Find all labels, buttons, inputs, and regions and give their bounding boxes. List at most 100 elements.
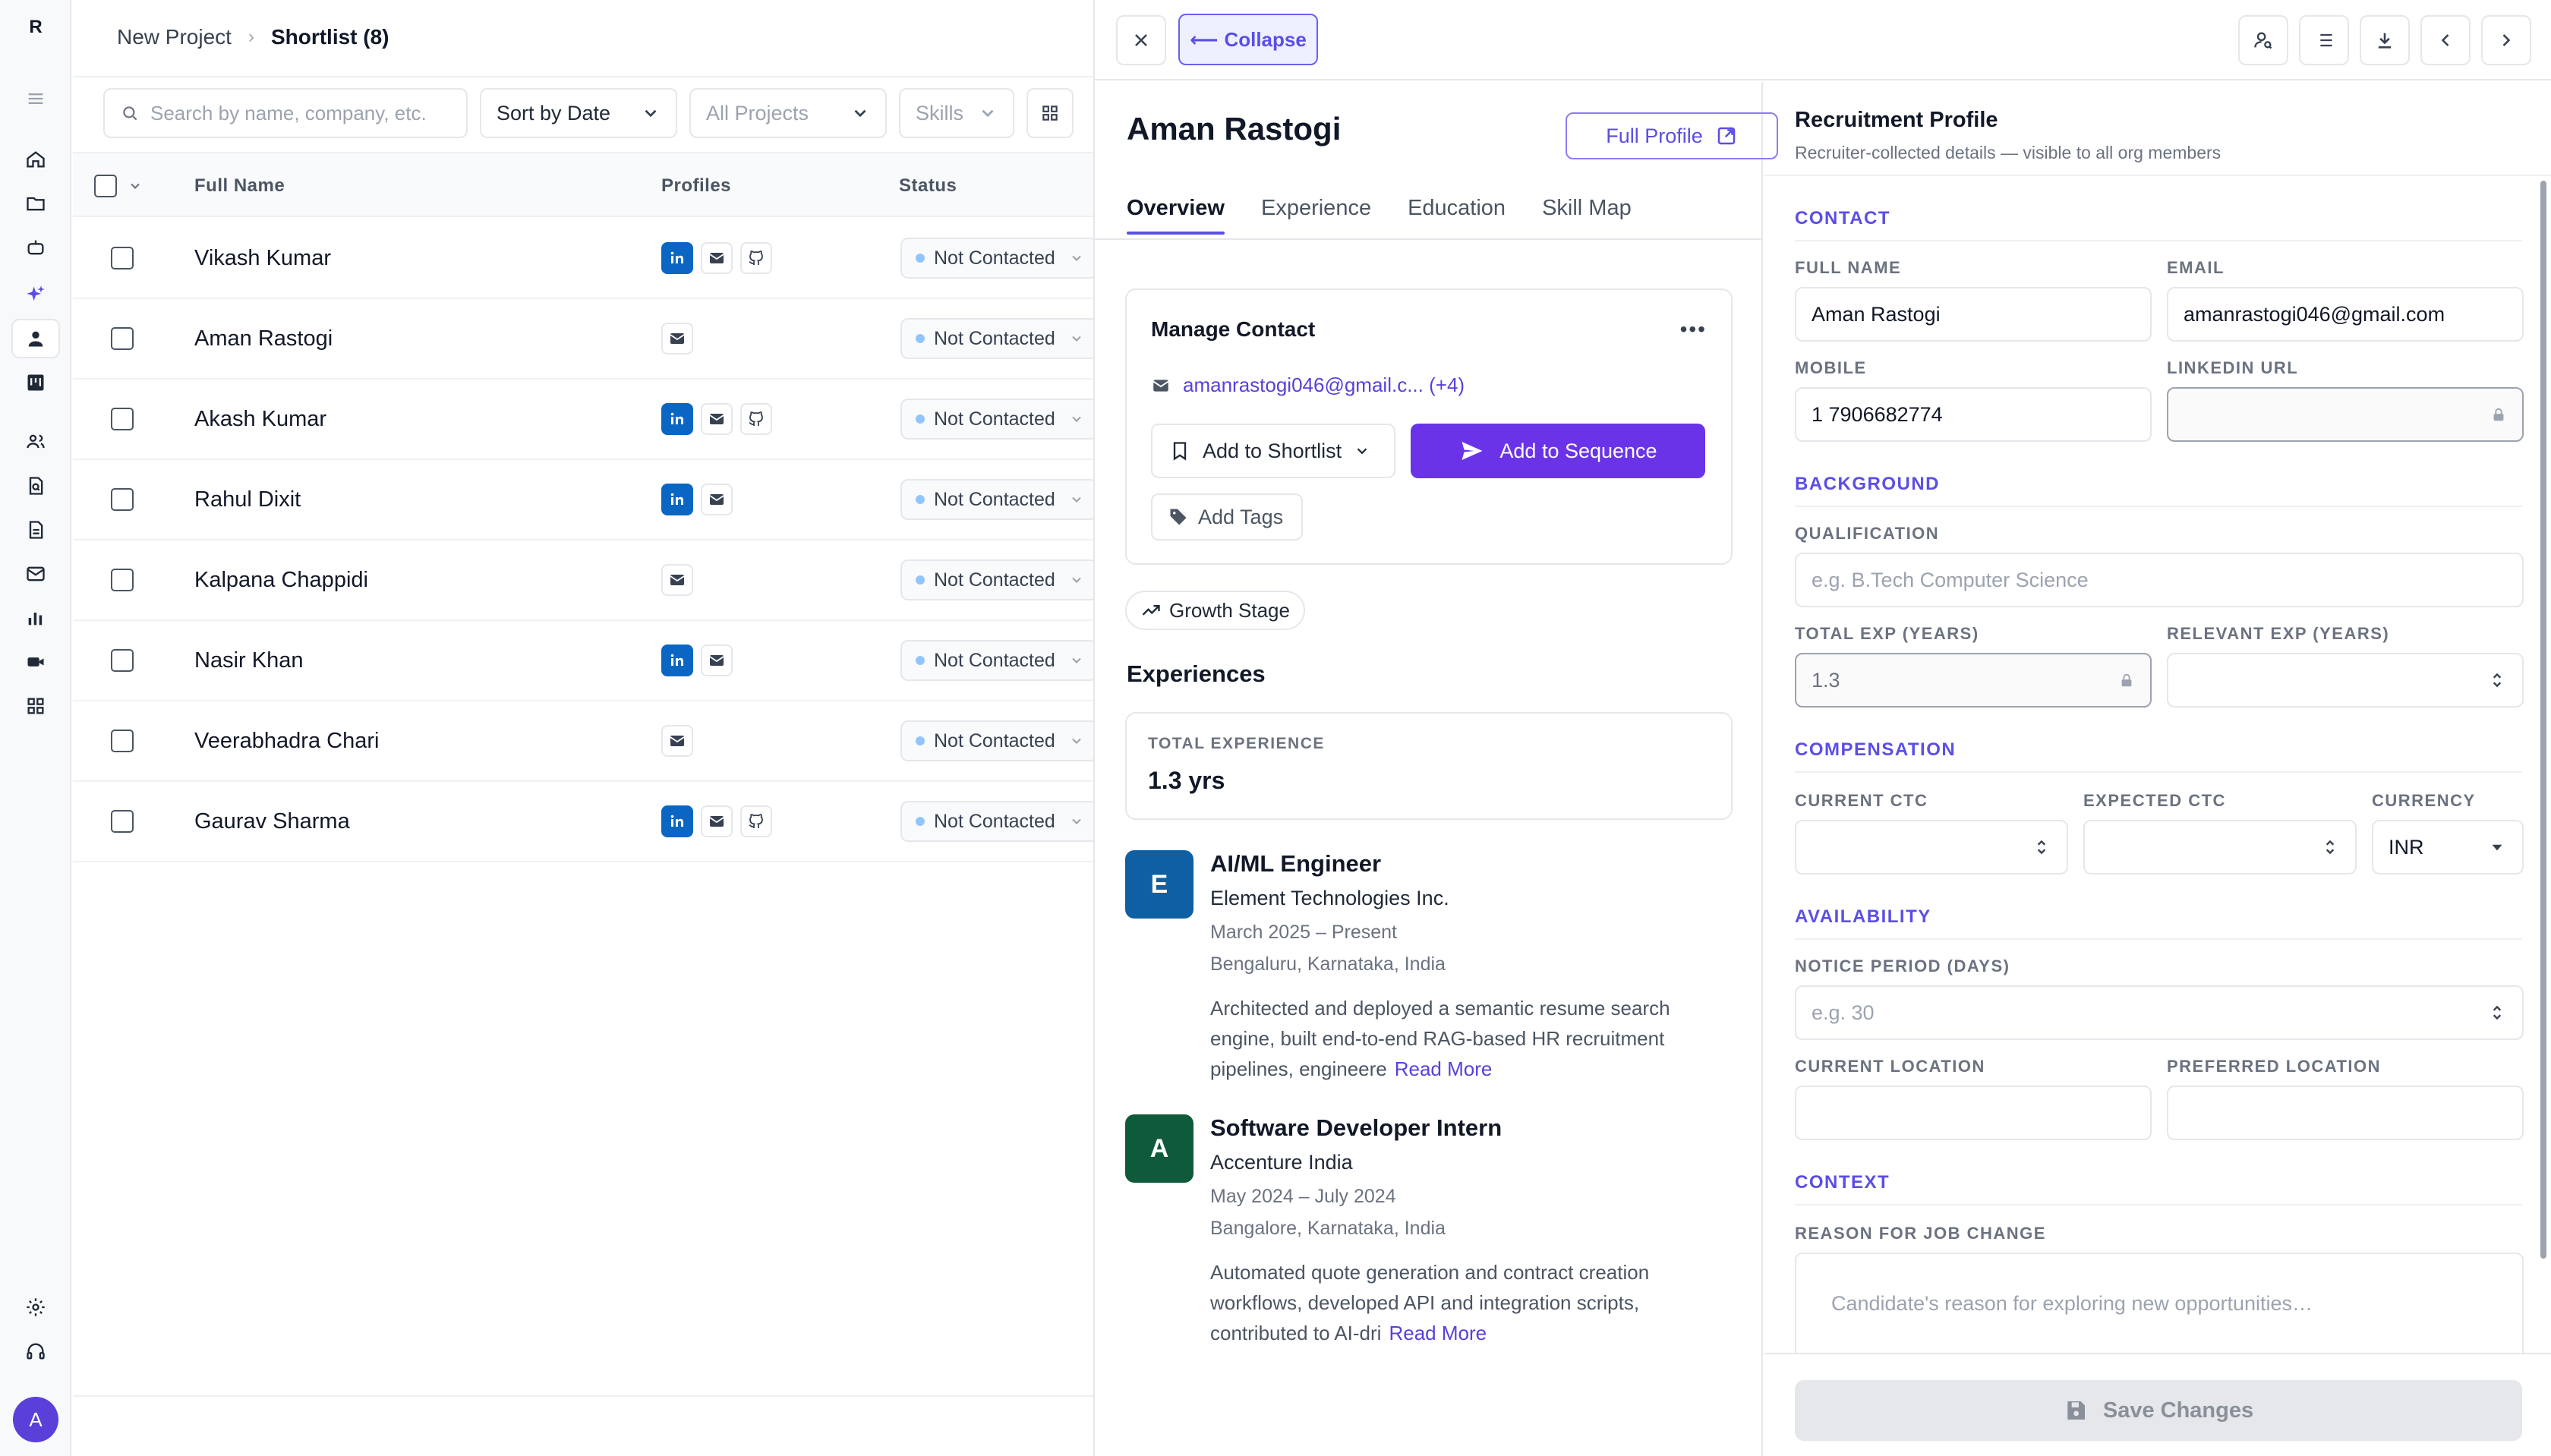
analytics-icon[interactable] bbox=[11, 598, 60, 638]
reason-textarea[interactable]: Candidate's reason for exploring new opp… bbox=[1795, 1253, 2524, 1353]
contact-email[interactable]: amanrastogi046@gmail.c... (+4) bbox=[1151, 373, 1465, 397]
row-checkbox[interactable] bbox=[111, 569, 134, 591]
mail-icon[interactable] bbox=[661, 564, 693, 596]
table-row[interactable]: Gaurav Sharma Not Contacted bbox=[73, 782, 1093, 862]
status-select[interactable]: Not Contacted bbox=[900, 640, 1093, 681]
status-select[interactable]: Not Contacted bbox=[900, 720, 1093, 761]
team-icon[interactable] bbox=[11, 422, 60, 462]
select-all[interactable] bbox=[94, 153, 143, 219]
chevron-down-icon[interactable] bbox=[128, 178, 143, 194]
mail-icon[interactable] bbox=[701, 242, 733, 274]
preferred-location-field[interactable] bbox=[2167, 1086, 2524, 1140]
status-select[interactable]: Not Contacted bbox=[900, 559, 1093, 600]
save-changes-button[interactable]: Save Changes bbox=[1795, 1380, 2522, 1441]
mail-icon[interactable] bbox=[661, 725, 693, 757]
mail-icon[interactable] bbox=[701, 484, 733, 515]
scrollbar[interactable] bbox=[2540, 181, 2546, 1259]
status-select[interactable]: Not Contacted bbox=[900, 238, 1093, 279]
next-candidate-button[interactable] bbox=[2481, 15, 2531, 65]
table-row[interactable]: Veerabhadra Chari Not Contacted bbox=[73, 701, 1093, 782]
home-icon[interactable] bbox=[11, 140, 60, 179]
app-logo[interactable]: R bbox=[0, 17, 71, 38]
email-field[interactable]: amanrastogi046@gmail.com bbox=[2167, 287, 2524, 342]
candidate-name-cell[interactable]: Gaurav Sharma bbox=[194, 809, 350, 834]
table-row[interactable]: Vikash Kumar Not Contacted bbox=[73, 219, 1093, 299]
tab-education[interactable]: Education bbox=[1408, 196, 1506, 235]
linkedin-icon[interactable] bbox=[661, 484, 693, 515]
stepper-icon[interactable] bbox=[2032, 837, 2051, 857]
read-more-link[interactable]: Read More bbox=[1395, 1057, 1493, 1080]
candidate-name-cell[interactable]: Rahul Dixit bbox=[194, 487, 301, 512]
search-input[interactable]: Search by name, company, etc. bbox=[103, 88, 468, 138]
qualification-field[interactable]: e.g. B.Tech Computer Science bbox=[1795, 553, 2524, 607]
table-row[interactable]: Nasir Khan Not Contacted bbox=[73, 621, 1093, 701]
candidate-name-cell[interactable]: Aman Rastogi bbox=[194, 326, 333, 351]
previous-candidate-button[interactable] bbox=[2420, 15, 2471, 65]
add-to-shortlist-button[interactable]: Add to Shortlist bbox=[1151, 424, 1395, 478]
add-tags-button[interactable]: Add Tags bbox=[1151, 493, 1303, 540]
tab-skill-map[interactable]: Skill Map bbox=[1542, 196, 1632, 235]
tab-overview[interactable]: Overview bbox=[1127, 196, 1225, 235]
list-button[interactable] bbox=[2299, 15, 2349, 65]
video-icon[interactable] bbox=[11, 642, 60, 682]
expected-ctc-field[interactable] bbox=[2083, 820, 2357, 875]
sort-select[interactable]: Sort by Date bbox=[480, 88, 677, 138]
header-full-name[interactable]: Full Name bbox=[194, 153, 285, 219]
current-location-field[interactable] bbox=[1795, 1086, 2152, 1140]
linkedin-icon[interactable] bbox=[661, 644, 693, 676]
download-button[interactable] bbox=[2360, 15, 2410, 65]
stepper-icon[interactable] bbox=[2487, 670, 2507, 690]
linkedin-icon[interactable] bbox=[661, 403, 693, 435]
sparkle-icon[interactable] bbox=[11, 275, 60, 314]
row-checkbox[interactable] bbox=[111, 408, 134, 430]
breadcrumb-project[interactable]: New Project bbox=[117, 25, 232, 49]
growth-stage-badge[interactable]: Growth Stage bbox=[1125, 591, 1305, 630]
more-options-icon[interactable]: ••• bbox=[1680, 317, 1707, 342]
user-avatar[interactable]: A bbox=[13, 1397, 58, 1442]
candidate-name-cell[interactable]: Nasir Khan bbox=[194, 648, 303, 673]
status-select[interactable]: Not Contacted bbox=[900, 318, 1093, 359]
board-icon[interactable] bbox=[11, 363, 60, 402]
project-select[interactable]: All Projects bbox=[689, 88, 887, 138]
select-all-checkbox[interactable] bbox=[94, 175, 117, 197]
settings-icon[interactable] bbox=[11, 1287, 60, 1327]
add-to-sequence-button[interactable]: Add to Sequence bbox=[1411, 424, 1705, 478]
linkedin-icon[interactable] bbox=[661, 242, 693, 274]
menu-icon[interactable] bbox=[11, 79, 60, 118]
status-select[interactable]: Not Contacted bbox=[900, 801, 1093, 842]
mail-icon[interactable] bbox=[701, 805, 733, 837]
skills-select[interactable]: Skills bbox=[899, 88, 1014, 138]
apps-icon[interactable] bbox=[11, 686, 60, 726]
full-profile-button[interactable]: Full Profile bbox=[1566, 112, 1778, 159]
github-icon[interactable] bbox=[740, 242, 772, 274]
search-doc-icon[interactable] bbox=[11, 466, 60, 506]
currency-select[interactable]: INR bbox=[2372, 820, 2524, 875]
stepper-icon[interactable] bbox=[2320, 837, 2340, 857]
relevant-exp-field[interactable] bbox=[2167, 653, 2524, 708]
candidates-icon[interactable] bbox=[11, 319, 60, 358]
status-select[interactable]: Not Contacted bbox=[900, 479, 1093, 520]
current-ctc-field[interactable] bbox=[1795, 820, 2068, 875]
notice-period-field[interactable]: e.g. 30 bbox=[1795, 985, 2524, 1040]
github-icon[interactable] bbox=[740, 403, 772, 435]
close-button[interactable] bbox=[1116, 15, 1166, 65]
assign-user-button[interactable] bbox=[2238, 15, 2288, 65]
candidate-name-cell[interactable]: Kalpana Chappidi bbox=[194, 568, 368, 593]
table-row[interactable]: Rahul Dixit Not Contacted bbox=[73, 460, 1093, 540]
table-row[interactable]: Aman Rastogi Not Contacted bbox=[73, 299, 1093, 380]
candidate-name-cell[interactable]: Akash Kumar bbox=[194, 407, 326, 432]
tab-experience[interactable]: Experience bbox=[1261, 196, 1371, 235]
mail-icon[interactable] bbox=[701, 403, 733, 435]
mail-icon[interactable] bbox=[701, 644, 733, 676]
collapse-button[interactable]: ⟵ Collapse bbox=[1178, 14, 1318, 65]
mobile-field[interactable]: 1 7906682774 bbox=[1795, 387, 2152, 442]
status-select[interactable]: Not Contacted bbox=[900, 399, 1093, 440]
row-checkbox[interactable] bbox=[111, 730, 134, 752]
table-row[interactable]: Kalpana Chappidi Not Contacted bbox=[73, 540, 1093, 621]
support-icon[interactable] bbox=[11, 1332, 60, 1371]
row-checkbox[interactable] bbox=[111, 488, 134, 511]
candidate-name-cell[interactable]: Veerabhadra Chari bbox=[194, 729, 379, 754]
table-row[interactable]: Akash Kumar Not Contacted bbox=[73, 380, 1093, 460]
linkedin-icon[interactable] bbox=[661, 805, 693, 837]
grid-view-button[interactable] bbox=[1026, 88, 1074, 138]
